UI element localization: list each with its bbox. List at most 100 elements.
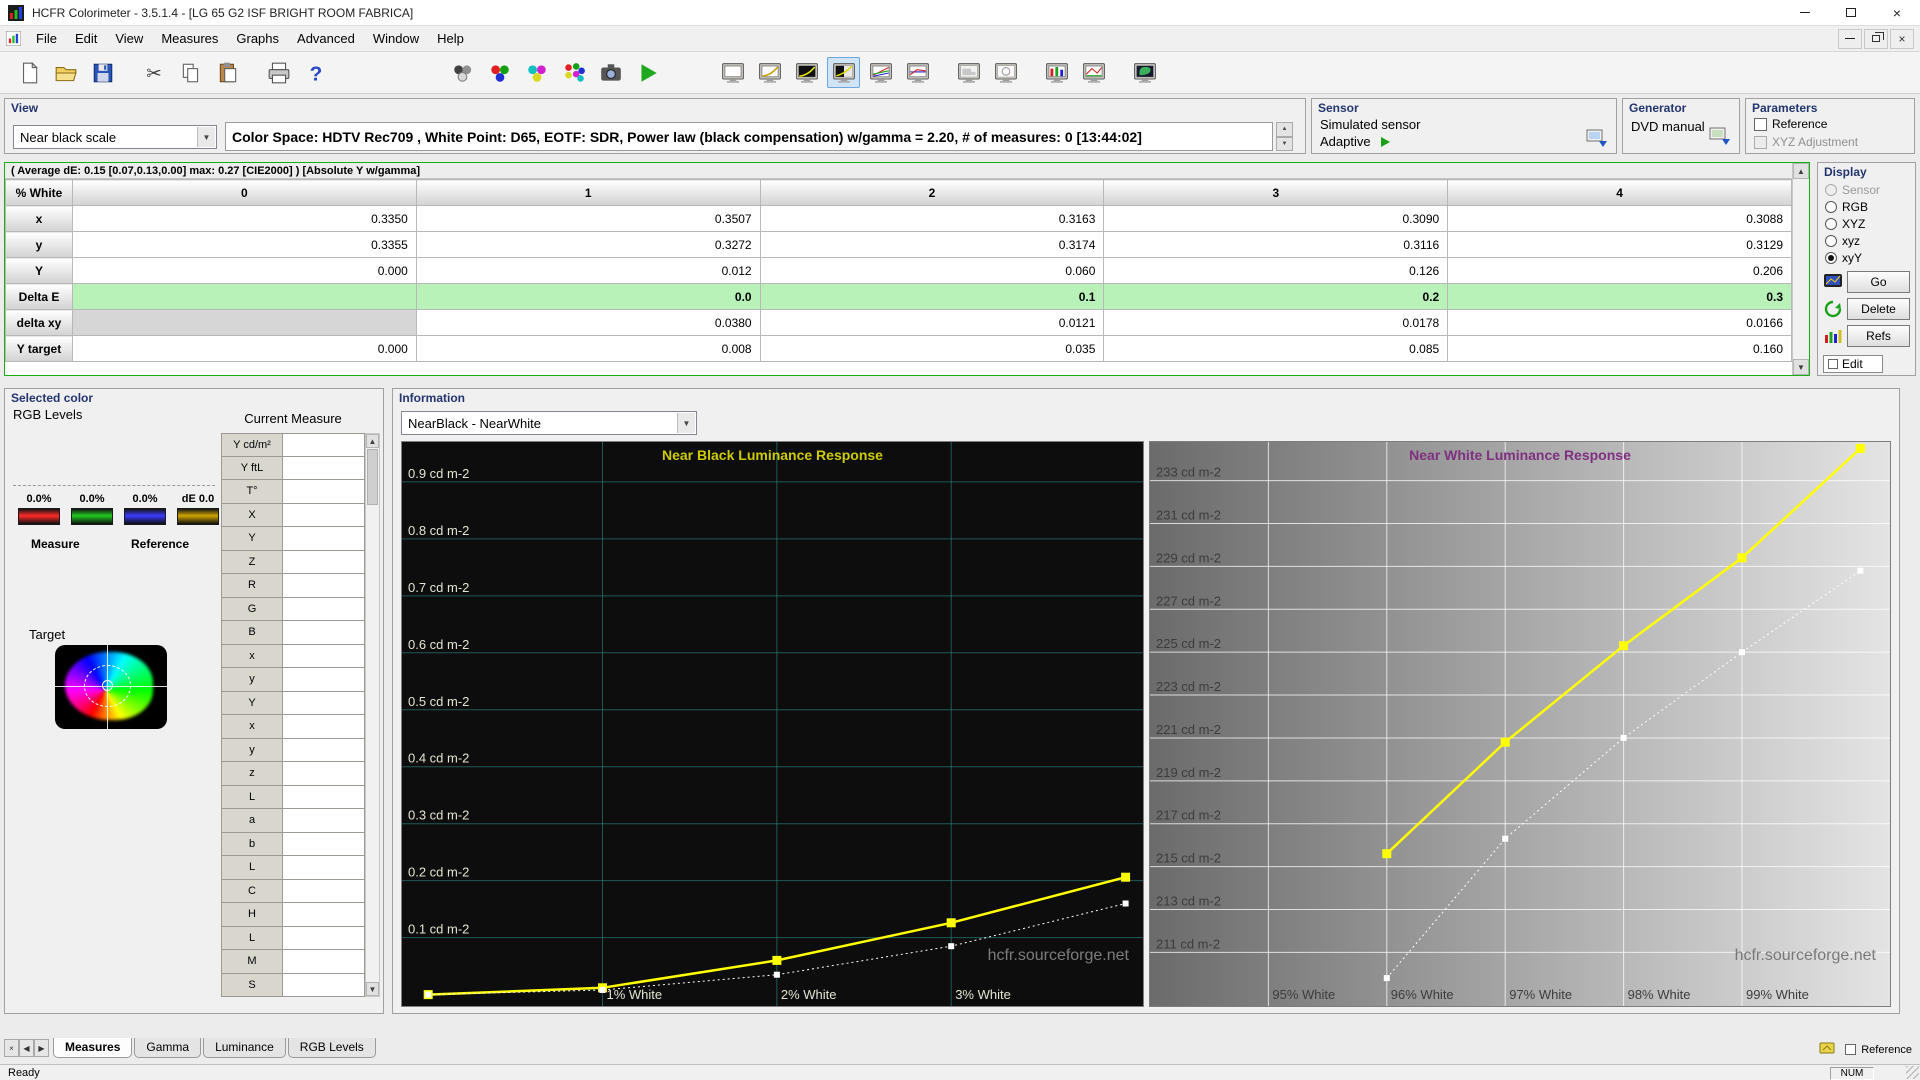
measure-value-field[interactable] [283, 926, 365, 950]
mdi-close-button[interactable]: × [1890, 28, 1914, 49]
tab-scroll-left-icon[interactable]: ◀ [19, 1039, 34, 1057]
close-button[interactable]: × [1874, 0, 1920, 25]
table-cell[interactable]: 0.1 [759, 283, 1105, 310]
measure-value-field[interactable] [283, 456, 365, 480]
table-cell[interactable]: 0.3355 [72, 231, 417, 258]
menu-item-file[interactable]: File [27, 27, 66, 50]
column-header-3[interactable]: 3 [1103, 179, 1449, 206]
table-cell[interactable]: 0.0166 [1447, 309, 1792, 336]
column-header-1[interactable]: 1 [415, 179, 761, 206]
measure-value-field[interactable] [283, 644, 365, 668]
generator-settings-icon[interactable] [1709, 127, 1733, 150]
row-label-y[interactable]: Y [5, 257, 73, 284]
table-cell[interactable]: 0.2 [1103, 283, 1449, 310]
table-cell[interactable]: 0.3163 [759, 205, 1105, 232]
menu-item-measures[interactable]: Measures [152, 27, 227, 50]
sensor-settings-icon[interactable] [1586, 129, 1610, 152]
resize-grip[interactable] [1906, 1066, 1919, 1079]
save-file-icon[interactable] [86, 57, 119, 88]
measure-value-field[interactable] [283, 785, 365, 809]
table-cell[interactable]: 0.3507 [415, 205, 761, 232]
measure-value-field[interactable] [283, 950, 365, 974]
tab-gamma[interactable]: Gamma [134, 1038, 202, 1058]
view-gamma-black-icon[interactable] [790, 57, 823, 88]
tab-close-icon[interactable]: × [4, 1039, 19, 1057]
measure-table-scrollbar[interactable]: ▲ ▼ [365, 433, 380, 997]
measure-value-field[interactable] [283, 597, 365, 621]
menu-item-edit[interactable]: Edit [66, 27, 106, 50]
measure-value-field[interactable] [283, 738, 365, 762]
view-signal-icon[interactable] [1077, 57, 1110, 88]
display-option-rgb[interactable]: RGB [1825, 198, 1880, 215]
view-nearblack-nearwhite-icon[interactable] [827, 57, 860, 88]
measure-value-field[interactable] [283, 480, 365, 504]
table-cell[interactable]: 0.060 [759, 257, 1105, 284]
measure-value-field[interactable] [283, 668, 365, 692]
menu-item-window[interactable]: Window [364, 27, 428, 50]
mdi-minimize-button[interactable] [1838, 28, 1862, 49]
table-cell[interactable]: 0.3088 [1447, 205, 1792, 232]
column-header-4[interactable]: 4 [1447, 179, 1792, 206]
table-cell[interactable]: 0.000 [72, 335, 417, 362]
view-color-temp-icon[interactable] [901, 57, 934, 88]
column-header-2[interactable]: 2 [759, 179, 1105, 206]
tab-measures[interactable]: Measures [53, 1038, 133, 1058]
column-header-0[interactable]: 0 [72, 179, 417, 206]
measure-value-field[interactable] [283, 433, 365, 457]
measure-primaries-icon[interactable] [483, 57, 516, 88]
scale-selector[interactable]: Near black scale ▼ [13, 125, 217, 149]
table-cell[interactable]: 0.0 [415, 283, 761, 310]
row-label-delta-e[interactable]: Delta E [5, 283, 73, 310]
measure-value-field[interactable] [283, 691, 365, 715]
help-icon[interactable]: ? [299, 57, 332, 88]
scrollbar-thumb[interactable] [367, 449, 378, 505]
row-label-x[interactable]: x [5, 205, 73, 232]
delete-button[interactable]: Delete [1847, 298, 1910, 320]
info-spinner[interactable]: ▲ ▼ [1276, 122, 1293, 151]
measure-value-field[interactable] [283, 574, 365, 598]
table-cell[interactable]: 0.126 [1103, 257, 1449, 284]
refs-button[interactable]: Refs [1847, 325, 1910, 347]
measure-value-field[interactable] [283, 879, 365, 903]
view-light-2-icon[interactable] [989, 57, 1022, 88]
measure-value-field[interactable] [283, 715, 365, 739]
view-cie-icon[interactable] [1128, 57, 1161, 88]
view-light-1-icon[interactable] [952, 57, 985, 88]
measure-value-field[interactable] [283, 856, 365, 880]
measure-value-field[interactable] [283, 527, 365, 551]
table-cell[interactable]: 0.035 [759, 335, 1105, 362]
display-option-xyz[interactable]: XYZ [1825, 215, 1880, 232]
menu-item-advanced[interactable]: Advanced [288, 27, 364, 50]
tab-rgb-levels[interactable]: RGB Levels [287, 1038, 376, 1058]
table-cell[interactable] [72, 283, 417, 310]
new-document-icon[interactable] [12, 57, 45, 88]
row-label-y-target[interactable]: Y target [5, 335, 73, 362]
scroll-up-icon[interactable]: ▲ [1793, 163, 1809, 179]
menu-item-view[interactable]: View [106, 27, 152, 50]
minimize-button[interactable] [1782, 0, 1828, 25]
view-multiline-icon[interactable] [864, 57, 897, 88]
maximize-button[interactable] [1828, 0, 1874, 25]
measure-value-field[interactable] [283, 809, 365, 833]
tab-luminance[interactable]: Luminance [203, 1038, 286, 1058]
mdi-restore-button[interactable] [1864, 28, 1888, 49]
table-cell[interactable]: 0.3129 [1447, 231, 1792, 258]
table-cell[interactable]: 0.012 [415, 257, 761, 284]
information-view-selector[interactable]: NearBlack - NearWhite ▼ [401, 411, 697, 435]
open-file-icon[interactable] [49, 57, 82, 88]
measure-value-field[interactable] [283, 762, 365, 786]
cut-icon[interactable]: ✂ [137, 57, 170, 88]
table-cell[interactable]: 0.3 [1447, 283, 1792, 310]
document-icon[interactable] [6, 31, 21, 46]
reference-checkbox[interactable]: Reference [1754, 117, 1827, 131]
display-option-xyz[interactable]: xyz [1825, 232, 1880, 249]
scrollbar-track[interactable] [366, 506, 379, 982]
scroll-down-icon[interactable]: ▼ [1793, 359, 1809, 375]
run-measures-icon[interactable] [631, 57, 664, 88]
table-cell[interactable]: 0.0380 [415, 309, 761, 336]
table-cell[interactable]: 0.160 [1447, 335, 1792, 362]
scroll-down-icon[interactable]: ▼ [366, 982, 379, 996]
table-cell[interactable]: 0.3272 [415, 231, 761, 258]
measure-value-field[interactable] [283, 973, 365, 997]
paste-icon[interactable] [211, 57, 244, 88]
